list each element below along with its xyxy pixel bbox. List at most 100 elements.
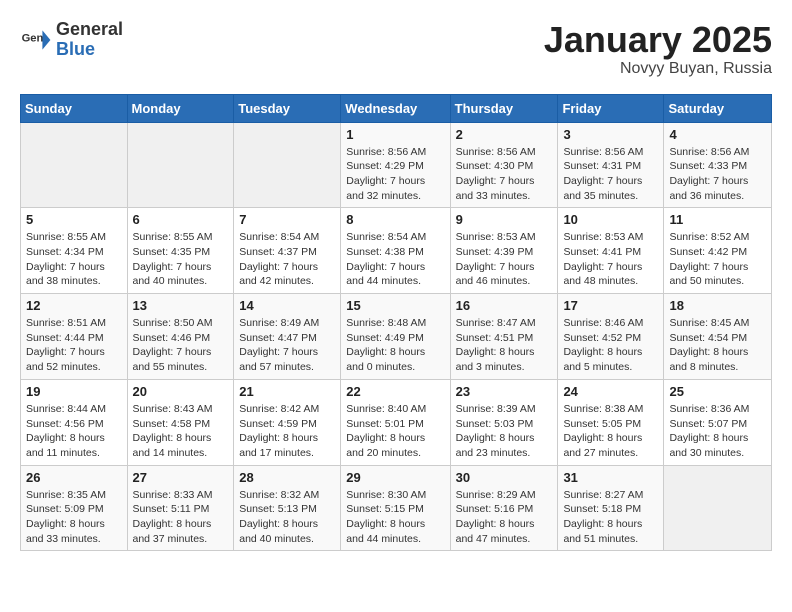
calendar-cell: 27 Sunrise: 8:33 AMSunset: 5:11 PMDayligh… bbox=[127, 465, 234, 551]
day-number: 7 bbox=[239, 212, 335, 227]
calendar-cell: 10 Sunrise: 8:53 AMSunset: 4:41 PMDayligh… bbox=[558, 208, 664, 294]
day-info: Sunrise: 8:56 AMSunset: 4:30 PMDaylight:… bbox=[456, 145, 553, 204]
header-day-monday: Monday bbox=[127, 94, 234, 122]
header: Gen General Blue January 2025 Novyy Buya… bbox=[20, 20, 772, 78]
day-number: 13 bbox=[133, 298, 229, 313]
day-info: Sunrise: 8:50 AMSunset: 4:46 PMDaylight:… bbox=[133, 316, 229, 375]
svg-text:Gen: Gen bbox=[22, 32, 44, 44]
day-info: Sunrise: 8:55 AMSunset: 4:35 PMDaylight:… bbox=[133, 230, 229, 289]
day-number: 29 bbox=[346, 470, 444, 485]
day-number: 15 bbox=[346, 298, 444, 313]
day-info: Sunrise: 8:39 AMSunset: 5:03 PMDaylight:… bbox=[456, 402, 553, 461]
calendar-cell: 19 Sunrise: 8:44 AMSunset: 4:56 PMDayligh… bbox=[21, 379, 128, 465]
day-info: Sunrise: 8:46 AMSunset: 4:52 PMDaylight:… bbox=[563, 316, 658, 375]
calendar-cell: 11 Sunrise: 8:52 AMSunset: 4:42 PMDayligh… bbox=[664, 208, 772, 294]
calendar-cell: 6 Sunrise: 8:55 AMSunset: 4:35 PMDaylight… bbox=[127, 208, 234, 294]
calendar-cell: 20Sunrise: 8:43 AMSunset: 4:58 PMDayligh… bbox=[127, 379, 234, 465]
day-number: 22 bbox=[346, 384, 444, 399]
day-number: 11 bbox=[669, 212, 766, 227]
calendar-cell: 18Sunrise: 8:45 AMSunset: 4:54 PMDayligh… bbox=[664, 294, 772, 380]
calendar-cell: 3Sunrise: 8:56 AMSunset: 4:31 PMDaylight… bbox=[558, 122, 664, 208]
day-number: 23 bbox=[456, 384, 553, 399]
week-row-5: 26Sunrise: 8:35 AMSunset: 5:09 PMDayligh… bbox=[21, 465, 772, 551]
title-block: January 2025 Novyy Buyan, Russia bbox=[544, 20, 772, 78]
calendar-cell: 15 Sunrise: 8:48 AMSunset: 4:49 PMDayligh… bbox=[341, 294, 450, 380]
day-number: 21 bbox=[239, 384, 335, 399]
day-info: Sunrise: 8:48 AMSunset: 4:49 PMDaylight:… bbox=[346, 316, 444, 375]
day-number: 5 bbox=[26, 212, 122, 227]
day-info: Sunrise: 8:40 AMSunset: 5:01 PMDaylight:… bbox=[346, 402, 444, 461]
day-number: 16 bbox=[456, 298, 553, 313]
calendar-cell: 12 Sunrise: 8:51 AMSunset: 4:44 PMDayligh… bbox=[21, 294, 128, 380]
day-info: Sunrise: 8:56 AMSunset: 4:29 PMDaylight:… bbox=[346, 145, 444, 204]
calendar-cell bbox=[21, 122, 128, 208]
day-info: Sunrise: 8:53 AMSunset: 4:39 PMDaylight:… bbox=[456, 230, 553, 289]
day-number: 27 bbox=[133, 470, 229, 485]
location: Novyy Buyan, Russia bbox=[544, 60, 772, 78]
calendar-cell: 25Sunrise: 8:36 AMSunset: 5:07 PMDayligh… bbox=[664, 379, 772, 465]
day-number: 28 bbox=[239, 470, 335, 485]
calendar-cell: 21 Sunrise: 8:42 AMSunset: 4:59 PMDayligh… bbox=[234, 379, 341, 465]
day-info: Sunrise: 8:51 AMSunset: 4:44 PMDaylight:… bbox=[26, 316, 122, 375]
week-row-1: 1 Sunrise: 8:56 AMSunset: 4:29 PMDaylight… bbox=[21, 122, 772, 208]
day-info: Sunrise: 8:36 AMSunset: 5:07 PMDaylight:… bbox=[669, 402, 766, 461]
calendar-cell: 17 Sunrise: 8:46 AMSunset: 4:52 PMDayligh… bbox=[558, 294, 664, 380]
calendar-cell: 24Sunrise: 8:38 AMSunset: 5:05 PMDayligh… bbox=[558, 379, 664, 465]
calendar-cell: 9Sunrise: 8:53 AMSunset: 4:39 PMDaylight… bbox=[450, 208, 558, 294]
calendar-cell: 30 Sunrise: 8:29 AMSunset: 5:16 PMDayligh… bbox=[450, 465, 558, 551]
calendar-cell: 31Sunrise: 8:27 AMSunset: 5:18 PMDayligh… bbox=[558, 465, 664, 551]
day-info: Sunrise: 8:42 AMSunset: 4:59 PMDaylight:… bbox=[239, 402, 335, 461]
calendar-cell: 8 Sunrise: 8:54 AMSunset: 4:38 PMDaylight… bbox=[341, 208, 450, 294]
calendar-cell: 14 Sunrise: 8:49 AMSunset: 4:47 PMDayligh… bbox=[234, 294, 341, 380]
day-info: Sunrise: 8:52 AMSunset: 4:42 PMDaylight:… bbox=[669, 230, 766, 289]
day-info: Sunrise: 8:29 AMSunset: 5:16 PMDaylight:… bbox=[456, 488, 553, 547]
day-info: Sunrise: 8:43 AMSunset: 4:58 PMDaylight:… bbox=[133, 402, 229, 461]
header-row: SundayMondayTuesdayWednesdayThursdayFrid… bbox=[21, 94, 772, 122]
day-number: 2 bbox=[456, 127, 553, 142]
logo-blue: Blue bbox=[56, 40, 123, 60]
calendar-cell bbox=[664, 465, 772, 551]
calendar-cell: 28 Sunrise: 8:32 AMSunset: 5:13 PMDayligh… bbox=[234, 465, 341, 551]
calendar-cell: 7 Sunrise: 8:54 AMSunset: 4:37 PMDaylight… bbox=[234, 208, 341, 294]
calendar-cell: 22 Sunrise: 8:40 AMSunset: 5:01 PMDayligh… bbox=[341, 379, 450, 465]
day-info: Sunrise: 8:56 AMSunset: 4:33 PMDaylight:… bbox=[669, 145, 766, 204]
logo-icon: Gen bbox=[20, 24, 52, 56]
day-info: Sunrise: 8:53 AMSunset: 4:41 PMDaylight:… bbox=[563, 230, 658, 289]
calendar-table: SundayMondayTuesdayWednesdayThursdayFrid… bbox=[20, 94, 772, 552]
header-day-saturday: Saturday bbox=[664, 94, 772, 122]
logo-general: General bbox=[56, 20, 123, 40]
week-row-3: 12 Sunrise: 8:51 AMSunset: 4:44 PMDayligh… bbox=[21, 294, 772, 380]
day-number: 1 bbox=[346, 127, 444, 142]
week-row-2: 5Sunrise: 8:55 AMSunset: 4:34 PMDaylight… bbox=[21, 208, 772, 294]
day-info: Sunrise: 8:32 AMSunset: 5:13 PMDaylight:… bbox=[239, 488, 335, 547]
day-info: Sunrise: 8:27 AMSunset: 5:18 PMDaylight:… bbox=[563, 488, 658, 547]
day-number: 12 bbox=[26, 298, 122, 313]
calendar-header: SundayMondayTuesdayWednesdayThursdayFrid… bbox=[21, 94, 772, 122]
day-number: 24 bbox=[563, 384, 658, 399]
day-info: Sunrise: 8:33 AMSunset: 5:11 PMDaylight:… bbox=[133, 488, 229, 547]
header-day-tuesday: Tuesday bbox=[234, 94, 341, 122]
day-info: Sunrise: 8:54 AMSunset: 4:38 PMDaylight:… bbox=[346, 230, 444, 289]
week-row-4: 19 Sunrise: 8:44 AMSunset: 4:56 PMDayligh… bbox=[21, 379, 772, 465]
day-info: Sunrise: 8:44 AMSunset: 4:56 PMDaylight:… bbox=[26, 402, 122, 461]
day-info: Sunrise: 8:49 AMSunset: 4:47 PMDaylight:… bbox=[239, 316, 335, 375]
day-number: 19 bbox=[26, 384, 122, 399]
day-number: 17 bbox=[563, 298, 658, 313]
calendar-cell: 1 Sunrise: 8:56 AMSunset: 4:29 PMDaylight… bbox=[341, 122, 450, 208]
calendar-cell: 4Sunrise: 8:56 AMSunset: 4:33 PMDaylight… bbox=[664, 122, 772, 208]
day-number: 8 bbox=[346, 212, 444, 227]
day-number: 6 bbox=[133, 212, 229, 227]
day-info: Sunrise: 8:54 AMSunset: 4:37 PMDaylight:… bbox=[239, 230, 335, 289]
calendar-cell: 13 Sunrise: 8:50 AMSunset: 4:46 PMDayligh… bbox=[127, 294, 234, 380]
calendar-cell: 16 Sunrise: 8:47 AMSunset: 4:51 PMDayligh… bbox=[450, 294, 558, 380]
day-number: 10 bbox=[563, 212, 658, 227]
day-number: 30 bbox=[456, 470, 553, 485]
calendar-cell bbox=[234, 122, 341, 208]
calendar-cell: 23 Sunrise: 8:39 AMSunset: 5:03 PMDayligh… bbox=[450, 379, 558, 465]
day-number: 14 bbox=[239, 298, 335, 313]
day-info: Sunrise: 8:47 AMSunset: 4:51 PMDaylight:… bbox=[456, 316, 553, 375]
header-day-sunday: Sunday bbox=[21, 94, 128, 122]
header-day-friday: Friday bbox=[558, 94, 664, 122]
header-day-thursday: Thursday bbox=[450, 94, 558, 122]
logo-text: General Blue bbox=[56, 20, 123, 60]
